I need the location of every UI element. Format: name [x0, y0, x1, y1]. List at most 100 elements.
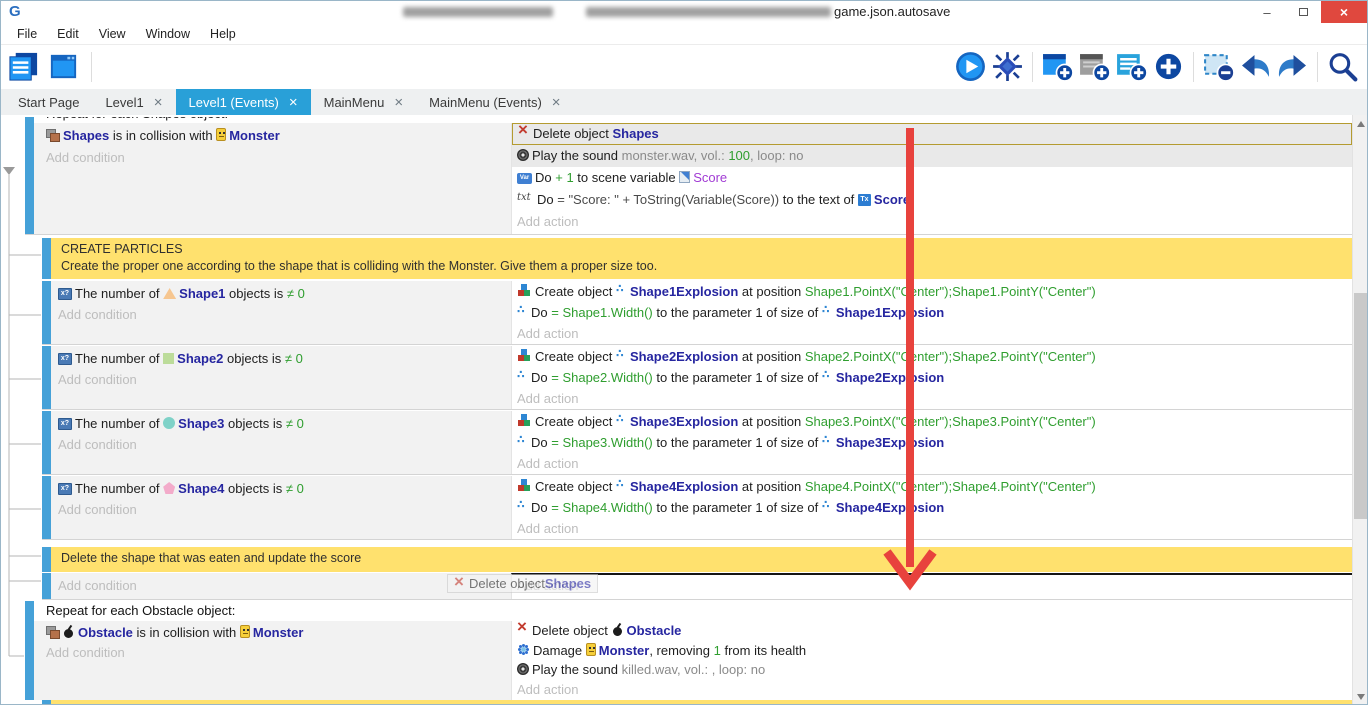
menu-edit[interactable]: Edit	[47, 27, 89, 41]
event-repeat-obstacle[interactable]: Repeat for each Obstacle object: Obstacl…	[25, 601, 1352, 700]
tab-close-icon[interactable]	[289, 95, 298, 110]
action-create-shape2-explosion[interactable]: Create object Shape2Explosion at positio…	[512, 346, 1352, 367]
tab-close-icon[interactable]	[154, 95, 163, 110]
scroll-up-arrow-icon[interactable]	[1357, 121, 1365, 127]
sound-icon	[517, 663, 529, 675]
action-damage-monster[interactable]: Damage Monster, removing 1 from its heal…	[512, 641, 1352, 661]
action-size-shape2-explosion[interactable]: Do = Shape2.Width() to the parameter 1 o…	[512, 367, 1352, 388]
search-button[interactable]	[1326, 50, 1359, 83]
action-play-killed-sound[interactable]: Play the sound killed.wav, vol.: , loop:…	[512, 660, 1352, 680]
tab-mainmenu-events[interactable]: MainMenu (Events)	[416, 89, 573, 115]
add-action-link[interactable]: Add action	[512, 323, 1352, 344]
add-subevent-button[interactable]	[1078, 50, 1111, 83]
menu-file[interactable]: File	[7, 27, 47, 41]
tab-close-icon[interactable]	[394, 95, 403, 110]
event-drag-handle[interactable]	[42, 346, 51, 409]
maximize-button[interactable]	[1285, 1, 1321, 23]
action-increment-score-variable[interactable]: Do + 1 to scene variable Score	[512, 167, 1352, 189]
add-condition-link[interactable]: Add condition	[58, 499, 511, 520]
debug-button[interactable]	[991, 50, 1024, 83]
text-segment: Shape1	[179, 286, 225, 301]
add-action-link[interactable]: Add action	[512, 575, 1352, 596]
action-size-shape1-explosion[interactable]: Do = Shape1.Width() to the parameter 1 o…	[512, 302, 1352, 323]
object-count-icon	[58, 418, 72, 430]
text-segment: Do	[531, 370, 551, 385]
scene-editor-icon[interactable]	[47, 50, 80, 83]
text-segment: from its health	[721, 643, 806, 658]
action-play-monster-sound[interactable]: Play the sound monster.wav, vol.: 100, l…	[512, 145, 1352, 167]
event-repeat-shapes[interactable]: Repeat for each Shapes object: Shapes is…	[25, 117, 1352, 235]
action-delete-shapes[interactable]: Delete object Shapes	[512, 123, 1352, 145]
redo-button[interactable]	[1276, 50, 1309, 83]
undo-button[interactable]	[1239, 50, 1272, 83]
menu-window[interactable]: Window	[136, 27, 200, 41]
event-shape2[interactable]: The number of Shape2 objects is ≠ 0 Add …	[42, 346, 1352, 410]
event-drag-handle[interactable]	[25, 117, 34, 234]
action-update-score-text[interactable]: Do = "Score: " + ToString(Variable(Score…	[512, 189, 1352, 211]
add-action-link[interactable]: Add action	[512, 518, 1352, 539]
event-drag-handle[interactable]	[25, 601, 34, 700]
add-action-link[interactable]: Add action	[512, 453, 1352, 474]
condition-shape1-count[interactable]: The number of Shape1 objects is ≠ 0	[58, 283, 511, 304]
action-size-shape3-explosion[interactable]: Do = Shape3.Width() to the parameter 1 o…	[512, 432, 1352, 453]
scroll-down-arrow-icon[interactable]	[1357, 694, 1365, 700]
add-condition-link[interactable]: Add condition	[46, 643, 511, 663]
vertical-scrollbar[interactable]	[1352, 115, 1368, 705]
event-shape3[interactable]: The number of Shape3 objects is ≠ 0 Add …	[42, 411, 1352, 475]
condition-shapes-collision[interactable]: Shapes is in collision with Monster	[46, 125, 511, 147]
condition-shape4-count[interactable]: The number of Shape4 objects is ≠ 0	[58, 478, 511, 499]
action-size-shape4-explosion[interactable]: Do = Shape4.Width() to the parameter 1 o…	[512, 497, 1352, 518]
add-condition-link[interactable]: Add condition	[58, 434, 511, 455]
tab-start-page[interactable]: Start Page	[5, 89, 92, 115]
tab-close-icon[interactable]	[552, 95, 561, 110]
tab-level1-events[interactable]: Level1 (Events)	[176, 89, 311, 115]
action-create-shape3-explosion[interactable]: Create object Shape3Explosion at positio…	[512, 411, 1352, 432]
action-create-shape4-explosion[interactable]: Create object Shape4Explosion at positio…	[512, 476, 1352, 497]
minimize-button[interactable]: –	[1249, 1, 1285, 23]
comment-delete-shape[interactable]: Delete the shape that was eaten and upda…	[42, 547, 1352, 572]
remove-event-button[interactable]	[1202, 50, 1235, 83]
add-comment-button[interactable]	[1115, 50, 1148, 83]
play-button[interactable]	[954, 50, 987, 83]
add-action-link[interactable]: Add action	[512, 388, 1352, 409]
add-action-link[interactable]: Add action	[512, 211, 1352, 233]
tab-level1[interactable]: Level1	[92, 89, 175, 115]
add-condition-link[interactable]: Add condition	[46, 147, 511, 169]
scrollbar-thumb[interactable]	[1354, 293, 1368, 519]
action-create-shape1-explosion[interactable]: Create object Shape1Explosion at positio…	[512, 281, 1352, 302]
condition-shape2-count[interactable]: The number of Shape2 objects is ≠ 0	[58, 348, 511, 369]
monster-icon	[240, 625, 250, 638]
event-shape1[interactable]: The number of Shape1 objects is ≠ 0 Add …	[42, 281, 1352, 345]
tab-mainmenu[interactable]: MainMenu	[311, 89, 416, 115]
event-drag-handle[interactable]	[42, 476, 51, 539]
menu-view[interactable]: View	[89, 27, 136, 41]
event-drop-target[interactable]: Add condition Add action	[42, 573, 1352, 600]
event-shape4[interactable]: The number of Shape4 objects is ≠ 0 Add …	[42, 476, 1352, 540]
action-delete-obstacle[interactable]: Delete object Obstacle	[512, 621, 1352, 641]
text-segment: The number of	[75, 481, 163, 496]
add-condition-link[interactable]: Add condition	[58, 369, 511, 390]
condition-obstacle-collision[interactable]: Obstacle is in collision with Monster	[46, 623, 511, 643]
add-condition-link[interactable]: Add condition	[58, 575, 511, 596]
text-segment: Shape3Explosion	[630, 414, 738, 429]
object-count-icon	[58, 288, 72, 300]
condition-shape3-count[interactable]: The number of Shape3 objects is ≠ 0	[58, 413, 511, 434]
add-action-link[interactable]: Add action	[512, 680, 1352, 700]
event-drag-handle[interactable]	[42, 238, 51, 279]
conditions-cell: Obstacle is in collision with Monster Ad…	[34, 621, 511, 700]
menu-help[interactable]: Help	[200, 27, 246, 41]
event-drag-handle[interactable]	[42, 547, 51, 572]
add-condition-link[interactable]: Add condition	[58, 304, 511, 325]
project-manager-icon[interactable]	[7, 50, 40, 83]
text-segment: Shape1Explosion	[630, 284, 738, 299]
add-element-button[interactable]	[1152, 50, 1185, 83]
event-drag-handle[interactable]	[42, 411, 51, 474]
text-segment: Shape3Explosion	[836, 435, 944, 450]
add-event-button[interactable]	[1041, 50, 1074, 83]
close-button[interactable]: ×	[1321, 1, 1367, 23]
event-drag-handle[interactable]	[42, 281, 51, 344]
comment-create-particles[interactable]: CREATE PARTICLES Create the proper one a…	[42, 238, 1352, 279]
event-header[interactable]: Repeat for each Obstacle object:	[34, 601, 1352, 621]
text-segment: Delete object	[532, 623, 612, 638]
event-drag-handle[interactable]	[42, 573, 51, 599]
